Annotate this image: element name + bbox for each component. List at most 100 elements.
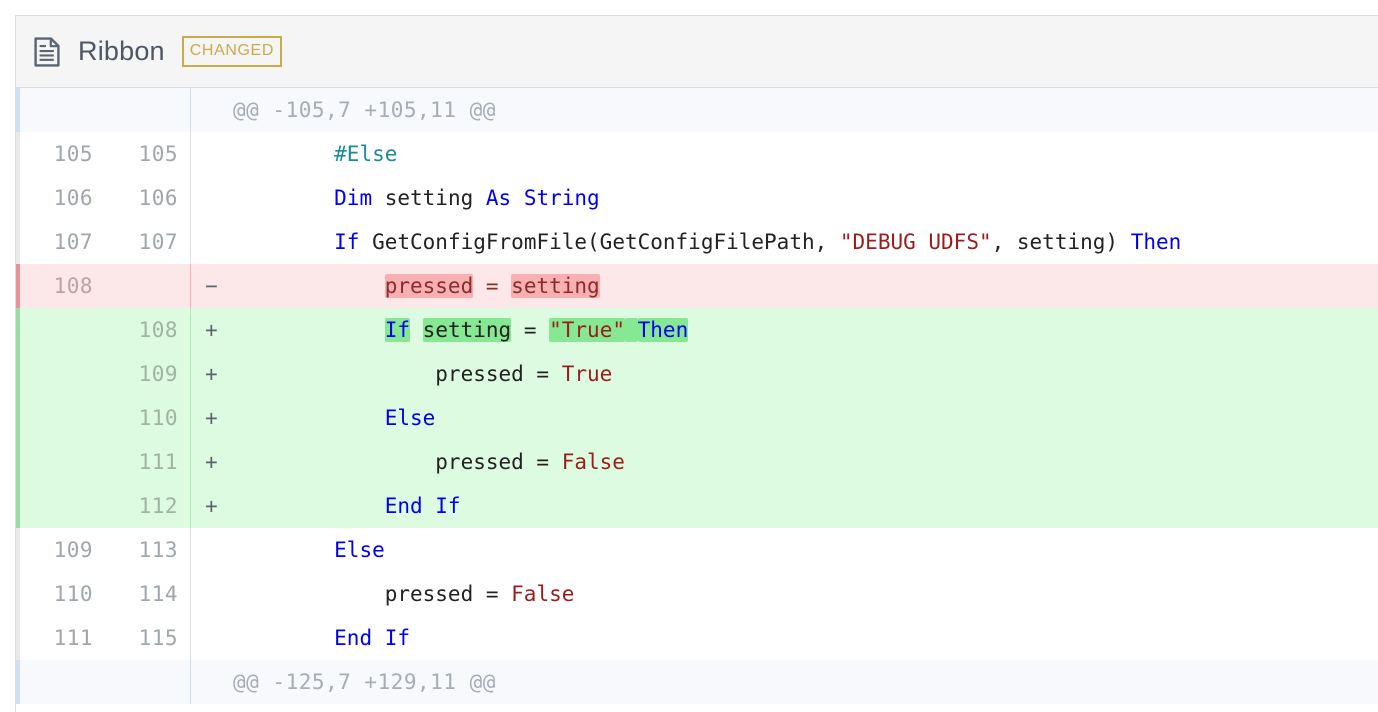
diff-added-row[interactable]: 112+ End If bbox=[16, 484, 1378, 528]
change-marker bbox=[191, 660, 233, 704]
new-line-number[interactable] bbox=[105, 660, 190, 704]
word-diff-highlight: Then bbox=[638, 318, 689, 342]
code-token: Else bbox=[334, 538, 385, 562]
code-line[interactable]: pressed = True bbox=[233, 352, 1378, 396]
code-token bbox=[233, 274, 385, 298]
code-token bbox=[233, 538, 334, 562]
change-marker bbox=[191, 572, 233, 616]
change-marker bbox=[191, 176, 233, 220]
change-marker bbox=[191, 528, 233, 572]
new-line-number[interactable]: 109 bbox=[105, 352, 190, 396]
code-line[interactable]: End If bbox=[233, 616, 1378, 660]
new-line-number[interactable]: 107 bbox=[105, 220, 190, 264]
diff-file-card: Ribbon CHANGED @@ -105,7 +105,11 @@10510… bbox=[15, 15, 1378, 712]
code-line[interactable]: End If bbox=[233, 484, 1378, 528]
code-token: = bbox=[511, 318, 549, 342]
file-header: Ribbon CHANGED bbox=[16, 16, 1378, 88]
code-line[interactable]: pressed = False bbox=[233, 440, 1378, 484]
code-line[interactable]: #Else bbox=[233, 132, 1378, 176]
code-token: pressed = bbox=[233, 450, 562, 474]
new-line-number[interactable]: 115 bbox=[105, 616, 190, 660]
change-marker: + bbox=[191, 396, 233, 440]
old-line-number[interactable] bbox=[20, 352, 105, 396]
new-line-number[interactable]: 113 bbox=[105, 528, 190, 572]
old-line-number[interactable] bbox=[20, 88, 105, 132]
file-document-icon bbox=[34, 37, 60, 67]
diff-context-row[interactable]: 107107 If GetConfigFromFile(GetConfigFil… bbox=[16, 220, 1378, 264]
code-token bbox=[410, 318, 423, 342]
new-line-number[interactable] bbox=[105, 264, 190, 308]
change-marker bbox=[191, 220, 233, 264]
code-token: True bbox=[562, 362, 613, 386]
code-token: GetConfigFromFile(GetConfigFilePath, bbox=[359, 230, 839, 254]
old-line-number[interactable]: 106 bbox=[20, 176, 105, 220]
diff-rows-container[interactable]: @@ -105,7 +105,11 @@105105 #Else106106 D… bbox=[16, 88, 1378, 704]
diff-context-row[interactable]: 106106 Dim setting As String bbox=[16, 176, 1378, 220]
old-line-number[interactable] bbox=[20, 396, 105, 440]
change-marker: + bbox=[191, 308, 233, 352]
change-marker: − bbox=[191, 264, 233, 308]
old-line-number[interactable] bbox=[20, 660, 105, 704]
new-line-number[interactable]: 111 bbox=[105, 440, 190, 484]
new-line-number[interactable] bbox=[105, 88, 190, 132]
diff-added-row[interactable]: 108+ If setting = "True" Then bbox=[16, 308, 1378, 352]
diff-hunk-header-row[interactable]: @@ -105,7 +105,11 @@ bbox=[16, 88, 1378, 132]
code-token: As bbox=[486, 186, 511, 210]
new-line-number[interactable]: 114 bbox=[105, 572, 190, 616]
code-line[interactable]: If setting = "True" Then bbox=[233, 308, 1378, 352]
word-diff-highlight: pressed bbox=[385, 274, 474, 298]
new-line-number[interactable]: 105 bbox=[105, 132, 190, 176]
code-token: , setting) bbox=[992, 230, 1131, 254]
change-marker bbox=[191, 616, 233, 660]
code-line[interactable]: If GetConfigFromFile(GetConfigFilePath, … bbox=[233, 220, 1378, 264]
code-token: pressed = bbox=[233, 362, 562, 386]
code-token: Then bbox=[1131, 230, 1182, 254]
code-line[interactable]: @@ -125,7 +129,11 @@ bbox=[233, 660, 1378, 704]
diff-hunk-header-row[interactable]: @@ -125,7 +129,11 @@ bbox=[16, 660, 1378, 704]
code-token bbox=[233, 406, 385, 430]
old-line-number[interactable]: 109 bbox=[20, 528, 105, 572]
old-line-number[interactable] bbox=[20, 308, 105, 352]
code-token: If bbox=[334, 230, 359, 254]
new-line-number[interactable]: 110 bbox=[105, 396, 190, 440]
diff-context-row[interactable]: 109113 Else bbox=[16, 528, 1378, 572]
status-badge[interactable]: CHANGED bbox=[182, 36, 282, 67]
file-title: Ribbon bbox=[78, 36, 165, 67]
code-line[interactable]: Else bbox=[233, 396, 1378, 440]
diff-context-row[interactable]: 110114 pressed = False bbox=[16, 572, 1378, 616]
new-line-number[interactable]: 106 bbox=[105, 176, 190, 220]
code-token bbox=[511, 186, 524, 210]
code-line[interactable]: pressed = setting bbox=[233, 264, 1378, 308]
old-line-number[interactable]: 110 bbox=[20, 572, 105, 616]
diff-context-row[interactable]: 105105 #Else bbox=[16, 132, 1378, 176]
diff-context-row[interactable]: 111115 End If bbox=[16, 616, 1378, 660]
old-line-number[interactable]: 105 bbox=[20, 132, 105, 176]
code-line[interactable]: Dim setting As String bbox=[233, 176, 1378, 220]
old-line-number[interactable]: 111 bbox=[20, 616, 105, 660]
code-token: = bbox=[473, 274, 511, 298]
old-line-number[interactable] bbox=[20, 440, 105, 484]
code-token: pressed = bbox=[233, 582, 511, 606]
word-diff-highlight: If bbox=[385, 318, 410, 342]
diff-added-row[interactable]: 109+ pressed = True bbox=[16, 352, 1378, 396]
change-marker bbox=[191, 88, 233, 132]
change-marker: + bbox=[191, 484, 233, 528]
diff-added-row[interactable]: 111+ pressed = False bbox=[16, 440, 1378, 484]
code-token bbox=[233, 626, 334, 650]
code-token: False bbox=[562, 450, 625, 474]
code-line[interactable]: Else bbox=[233, 528, 1378, 572]
code-line[interactable]: pressed = False bbox=[233, 572, 1378, 616]
diff-deleted-row[interactable]: 108 − pressed = setting bbox=[16, 264, 1378, 308]
old-line-number[interactable]: 108 bbox=[20, 264, 105, 308]
code-token: End If bbox=[385, 494, 461, 518]
old-line-number[interactable]: 107 bbox=[20, 220, 105, 264]
code-token: False bbox=[511, 582, 574, 606]
code-line[interactable]: @@ -105,7 +105,11 @@ bbox=[233, 88, 1378, 132]
code-token: "DEBUG UDFS" bbox=[840, 230, 992, 254]
code-token bbox=[233, 494, 385, 518]
diff-added-row[interactable]: 110+ Else bbox=[16, 396, 1378, 440]
new-line-number[interactable]: 112 bbox=[105, 484, 190, 528]
new-line-number[interactable]: 108 bbox=[105, 308, 190, 352]
old-line-number[interactable] bbox=[20, 484, 105, 528]
code-token: Else bbox=[385, 406, 436, 430]
